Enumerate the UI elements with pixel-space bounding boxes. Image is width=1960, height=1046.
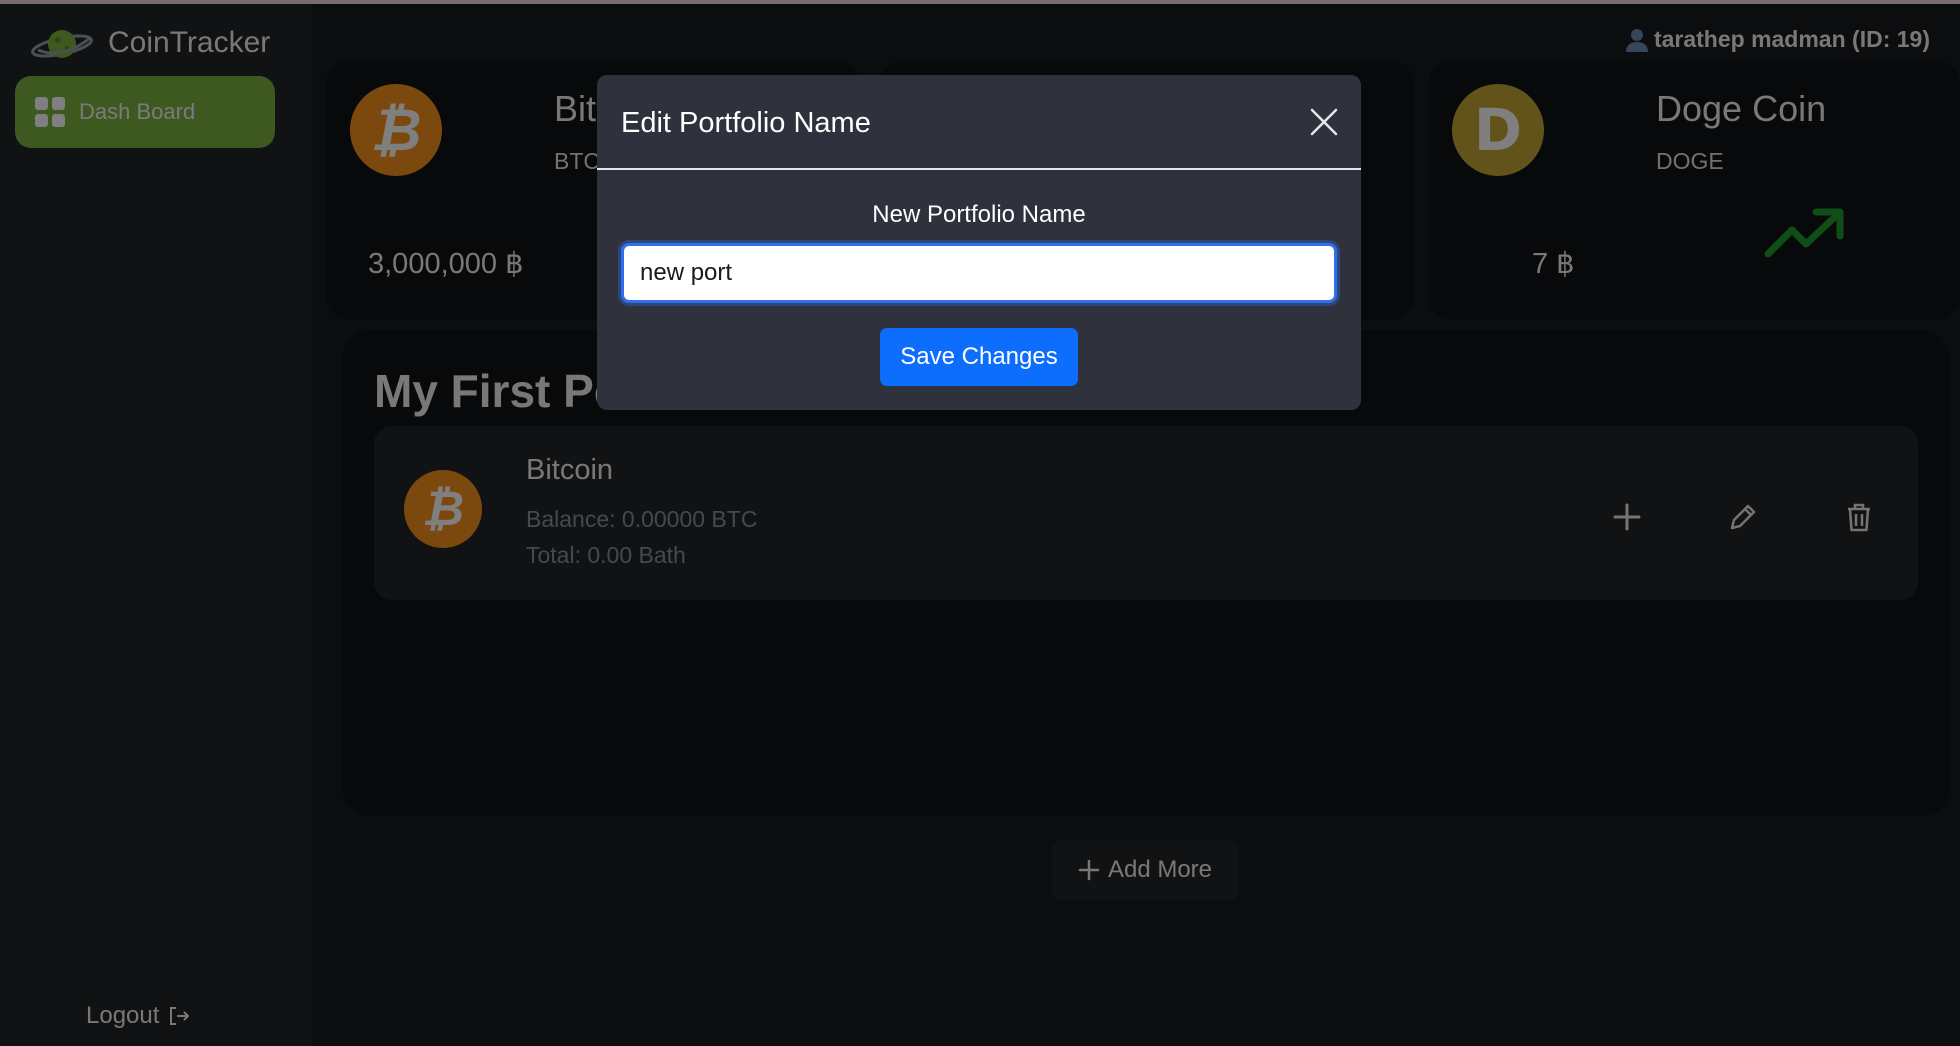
portfolio-name-input[interactable]	[621, 243, 1337, 303]
save-changes-button[interactable]: Save Changes	[880, 328, 1078, 386]
edit-portfolio-modal: Edit Portfolio Name New Portfolio Name S…	[597, 75, 1361, 410]
modal-title: Edit Portfolio Name	[621, 107, 871, 139]
close-icon[interactable]	[1307, 105, 1341, 139]
modal-header: Edit Portfolio Name	[597, 75, 1361, 170]
portfolio-name-label: New Portfolio Name	[872, 201, 1086, 228]
